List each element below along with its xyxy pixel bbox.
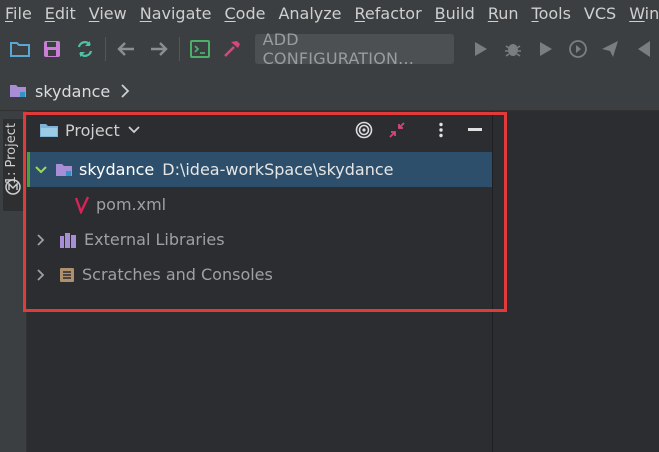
chevron-right-icon bbox=[120, 84, 130, 98]
maven-structure-icon[interactable] bbox=[5, 179, 21, 195]
terminal-icon[interactable] bbox=[184, 32, 216, 66]
build-hammer-icon[interactable] bbox=[216, 32, 248, 66]
tree-scratches-label: Scratches and Consoles bbox=[82, 265, 273, 284]
menu-refactor[interactable]: Refactor bbox=[349, 4, 422, 23]
project-view-icon bbox=[39, 122, 59, 138]
tree-project-path: D:\idea-workSpace\skydance bbox=[162, 160, 394, 179]
debug-icon[interactable] bbox=[497, 32, 529, 66]
deploy-icon[interactable] bbox=[594, 32, 626, 66]
sync-icon[interactable] bbox=[69, 32, 101, 66]
chevron-down-icon[interactable] bbox=[128, 126, 140, 134]
profile-icon[interactable] bbox=[562, 32, 594, 66]
selection-marker bbox=[27, 152, 30, 187]
maven-file-icon bbox=[75, 195, 89, 214]
run-icon[interactable] bbox=[464, 32, 496, 66]
menu-window[interactable]: Windo bbox=[623, 4, 659, 23]
navigation-bar: skydance bbox=[0, 72, 659, 111]
run-coverage-icon[interactable] bbox=[529, 32, 561, 66]
tree-row-project-root[interactable]: skydance D:\idea-workSpace\skydance bbox=[27, 152, 493, 187]
hide-panel-icon[interactable] bbox=[464, 119, 486, 141]
menu-code[interactable]: Code bbox=[219, 4, 266, 23]
project-panel-header: Project bbox=[27, 111, 493, 149]
main-toolbar: ADD CONFIGURATION... bbox=[0, 26, 659, 72]
menu-build[interactable]: Build bbox=[429, 4, 475, 23]
menu-analyze[interactable]: Analyze bbox=[272, 4, 341, 23]
forward-icon[interactable] bbox=[142, 32, 174, 66]
tree-row-pom[interactable]: pom.xml bbox=[27, 187, 493, 222]
chevron-right-icon[interactable] bbox=[33, 232, 49, 248]
menu-tools[interactable]: Tools bbox=[526, 4, 571, 23]
project-tool-tab[interactable]: 1: Project bbox=[3, 119, 25, 211]
menu-navigate[interactable]: Navigate bbox=[134, 4, 212, 23]
project-tool-tab-label: 1: Project bbox=[4, 123, 19, 185]
tree-row-scratches[interactable]: Scratches and Consoles bbox=[27, 257, 493, 292]
more-toolbar-icon[interactable] bbox=[627, 32, 659, 66]
tree-external-libraries-label: External Libraries bbox=[84, 230, 225, 249]
menu-view[interactable]: View bbox=[83, 4, 127, 23]
libraries-icon bbox=[59, 231, 77, 249]
module-folder-icon bbox=[55, 162, 73, 178]
menu-edit[interactable]: Edit bbox=[39, 4, 76, 23]
menu-run[interactable]: Run bbox=[482, 4, 519, 23]
add-configuration-label: ADD CONFIGURATION... bbox=[262, 30, 415, 68]
add-configuration-button[interactable]: ADD CONFIGURATION... bbox=[254, 30, 455, 68]
menu-file[interactable]: File bbox=[0, 4, 32, 23]
project-view-selector[interactable]: Project bbox=[65, 121, 120, 140]
tree-project-name: skydance bbox=[79, 160, 155, 179]
locate-target-icon[interactable] bbox=[353, 119, 375, 141]
breadcrumb-project[interactable]: skydance bbox=[35, 82, 110, 101]
options-kebab-icon[interactable] bbox=[430, 119, 452, 141]
tree-pom-label: pom.xml bbox=[96, 195, 167, 214]
toolbar-separator bbox=[178, 37, 180, 61]
project-panel: Project skydance D:\idea-workSpace\skyda… bbox=[27, 111, 493, 452]
back-icon[interactable] bbox=[110, 32, 142, 66]
tool-window-strip: 1: Project bbox=[0, 111, 27, 452]
menu-bar: File Edit View Navigate Code Analyze Ref… bbox=[0, 0, 659, 26]
scratches-icon bbox=[59, 267, 75, 283]
collapse-all-icon[interactable] bbox=[386, 119, 408, 141]
tree-row-external-libraries[interactable]: External Libraries bbox=[27, 222, 493, 257]
menu-vcs[interactable]: VCS bbox=[578, 4, 616, 23]
project-folder-icon bbox=[9, 83, 27, 99]
folder-open-icon[interactable] bbox=[4, 32, 36, 66]
save-icon[interactable] bbox=[36, 32, 68, 66]
toolbar-separator bbox=[105, 37, 106, 61]
chevron-down-icon[interactable] bbox=[33, 162, 49, 178]
editor-area bbox=[493, 111, 659, 452]
chevron-right-icon[interactable] bbox=[33, 267, 49, 283]
